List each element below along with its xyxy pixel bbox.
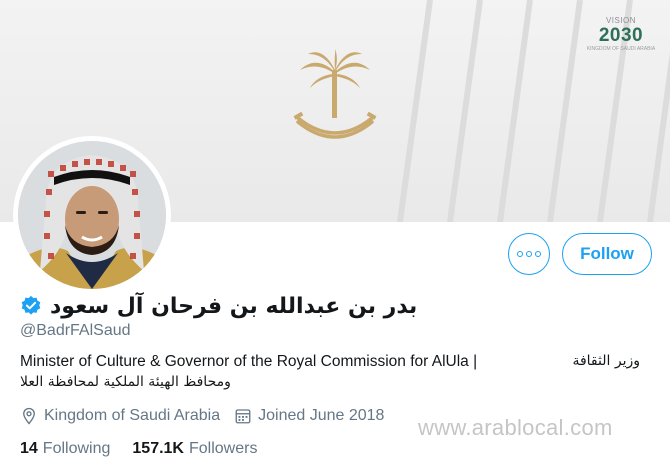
profile-handle: @BadrFAlSaud: [20, 322, 131, 339]
followers-count: 157.1K: [132, 440, 184, 457]
profile-meta: Kingdom of Saudi Arabia Joined June 2018: [20, 407, 398, 425]
bio-arabic-line: ومحافظ الهيئة الملكية لمحافظة العلا: [20, 374, 231, 390]
bio-arabic-title: وزير الثقافة: [572, 353, 640, 369]
profile-stats: 14 Following 157.1K Followers: [20, 440, 279, 458]
joined-date: Joined June 2018: [258, 407, 385, 424]
more-options-button[interactable]: [508, 233, 550, 275]
avatar-image: [18, 141, 166, 289]
following-link[interactable]: 14 Following: [20, 440, 110, 458]
palm-swords-emblem: [293, 48, 377, 139]
profile-bio: Minister of Culture & Governor of the Ro…: [20, 351, 640, 393]
vision-2030-logo: VISION 2030 KINGDOM OF SAUDI ARABIA: [586, 16, 656, 60]
followers-link[interactable]: 157.1K Followers: [132, 440, 257, 458]
profile-name-row: بدر بن عبدالله بن فرحان آل سعود: [20, 291, 417, 321]
follow-button[interactable]: Follow: [562, 233, 652, 275]
more-icon: [535, 251, 541, 257]
vision-subtitle: KINGDOM OF SAUDI ARABIA: [586, 46, 656, 52]
vision-year: 2030: [598, 25, 644, 46]
bio-english: Minister of Culture & Governor of the Ro…: [20, 353, 478, 370]
location-icon: [23, 407, 35, 425]
avatar[interactable]: [13, 136, 171, 294]
following-count: 14: [20, 440, 38, 457]
followers-label: Followers: [188, 440, 258, 457]
display-name: بدر بن عبدالله بن فرحان آل سعود: [50, 293, 418, 319]
verified-icon: [21, 295, 41, 315]
watermark: www.arablocal.com: [418, 415, 613, 440]
more-icon: [517, 251, 523, 257]
following-label: Following: [42, 440, 111, 457]
more-icon: [526, 251, 532, 257]
calendar-icon: [235, 409, 251, 424]
location-text: Kingdom of Saudi Arabia: [44, 407, 221, 424]
